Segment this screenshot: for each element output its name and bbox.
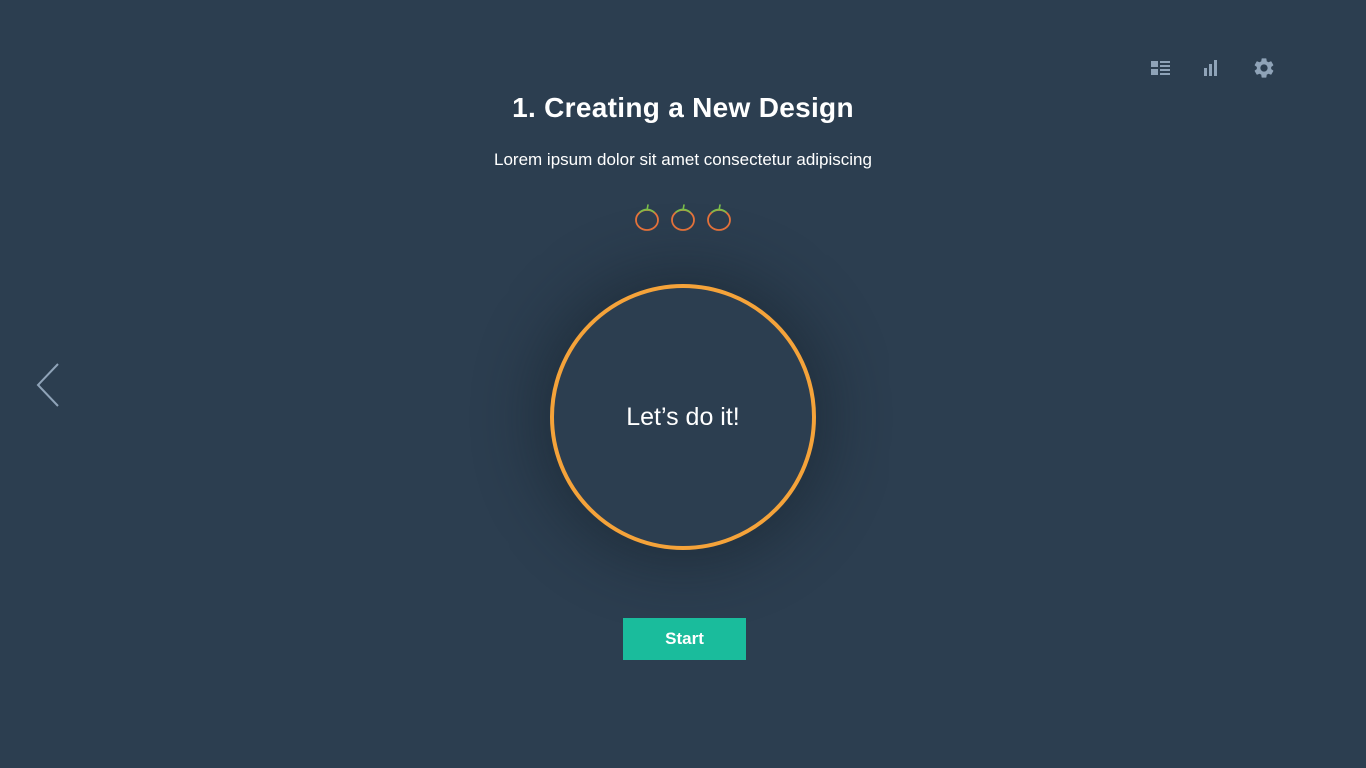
- bar-chart-icon: [1204, 60, 1217, 76]
- list-view-button[interactable]: [1148, 55, 1174, 81]
- timer-label: Let’s do it!: [626, 402, 740, 431]
- list-icon: [1151, 61, 1170, 75]
- start-button[interactable]: Start: [623, 618, 746, 660]
- back-button[interactable]: [34, 362, 64, 408]
- timer-circle: Let’s do it!: [550, 284, 816, 550]
- gear-icon: [1254, 58, 1274, 78]
- tomato-icon: [707, 204, 731, 231]
- page-subtitle: Lorem ipsum dolor sit amet consectetur a…: [494, 150, 872, 169]
- timer-screen: 1. Creating a New Design Lorem ipsum dol…: [0, 0, 1366, 768]
- tomato-icon: [671, 204, 695, 231]
- pomodoro-counter: [0, 204, 1366, 232]
- stats-button[interactable]: [1198, 55, 1224, 81]
- page-title: 1. Creating a New Design: [512, 92, 854, 123]
- tomato-icon: [635, 204, 659, 231]
- chevron-left-icon: [36, 363, 59, 407]
- toolbar: [1148, 55, 1278, 81]
- settings-button[interactable]: [1251, 55, 1277, 81]
